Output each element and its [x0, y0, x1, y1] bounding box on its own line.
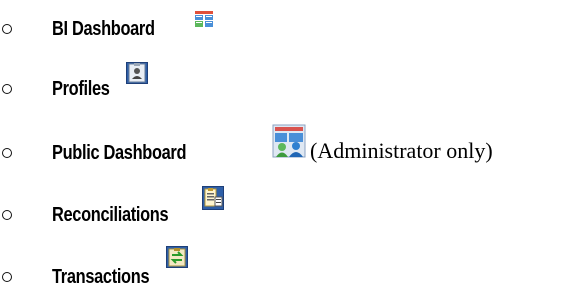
bullet-icon	[2, 272, 12, 282]
item-label: Profiles	[52, 78, 110, 100]
transactions-icon	[166, 246, 188, 268]
item-label: Transactions	[52, 266, 150, 288]
bullet-icon	[2, 148, 12, 158]
list-item-reconciliations: Reconciliations	[0, 186, 572, 234]
profiles-icon	[126, 62, 148, 84]
list-item-bi-dashboard: BI Dashboard	[0, 11, 572, 48]
bullet-icon	[2, 84, 12, 94]
reconciliations-icon	[202, 186, 224, 210]
item-label: BI Dashboard	[52, 18, 155, 40]
list-item-public-dashboard: Public Dashboard (Administrator only)	[0, 124, 572, 172]
bullet-icon	[2, 210, 12, 220]
list-item-transactions: Transactions	[0, 246, 572, 296]
public-dashboard-icon	[272, 124, 306, 158]
bi-dashboard-icon	[195, 11, 213, 27]
bullet-icon	[2, 24, 12, 34]
list-item-profiles: Profiles	[0, 62, 572, 108]
item-label: Reconciliations	[52, 204, 169, 226]
item-label: Public Dashboard	[52, 142, 187, 164]
administrator-only-note: (Administrator only)	[310, 138, 493, 163]
